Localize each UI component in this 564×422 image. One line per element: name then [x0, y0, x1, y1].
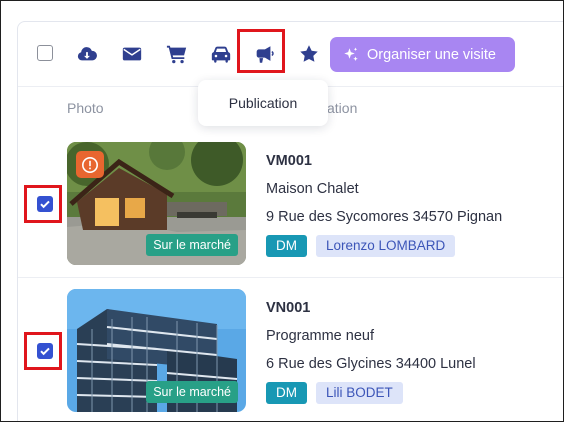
sparkles-icon [344, 47, 358, 61]
property-photo[interactable]: Sur le marché [67, 289, 246, 412]
checkbox-highlight [24, 332, 62, 370]
agent-tag: Lili BODET [316, 382, 403, 404]
toolbar: Organiser une visite [18, 22, 563, 87]
mandate-tag: DM [266, 235, 307, 257]
property-address: 9 Rue des Sycomores 34570 Pignan [266, 209, 503, 225]
screenshot-frame: Organiser une visite Photo ation Sur le … [0, 0, 564, 422]
property-type: Maison Chalet [266, 181, 359, 197]
tooltip: Publication [198, 80, 328, 126]
column-header-information: ation [327, 100, 358, 116]
select-all-checkbox[interactable] [37, 45, 53, 61]
organize-visit-label: Organiser une visite [367, 46, 496, 63]
property-address: 6 Rue des Glycines 34400 Lunel [266, 356, 476, 372]
row-divider [18, 277, 563, 278]
mandate-tag: DM [266, 382, 307, 404]
envelope-icon[interactable] [120, 42, 144, 66]
megaphone-highlight [237, 29, 285, 73]
status-badge: Sur le marché [146, 381, 238, 403]
status-badge: Sur le marché [146, 234, 238, 256]
cart-icon[interactable] [165, 42, 189, 66]
alert-badge [76, 151, 104, 178]
property-reference[interactable]: VN001 [266, 300, 310, 316]
agent-tag: Lorenzo LOMBARD [316, 235, 456, 257]
cloud-download-icon[interactable] [75, 42, 99, 66]
car-icon[interactable] [209, 42, 233, 66]
checkbox-highlight [24, 185, 62, 223]
column-header-photo: Photo [67, 100, 104, 116]
property-type: Programme neuf [266, 328, 374, 344]
property-photo[interactable]: Sur le marché [67, 142, 246, 265]
property-reference[interactable]: VM001 [266, 153, 312, 169]
star-icon[interactable] [297, 42, 321, 66]
alert-icon [82, 156, 98, 173]
organize-visit-button[interactable]: Organiser une visite [330, 37, 515, 72]
